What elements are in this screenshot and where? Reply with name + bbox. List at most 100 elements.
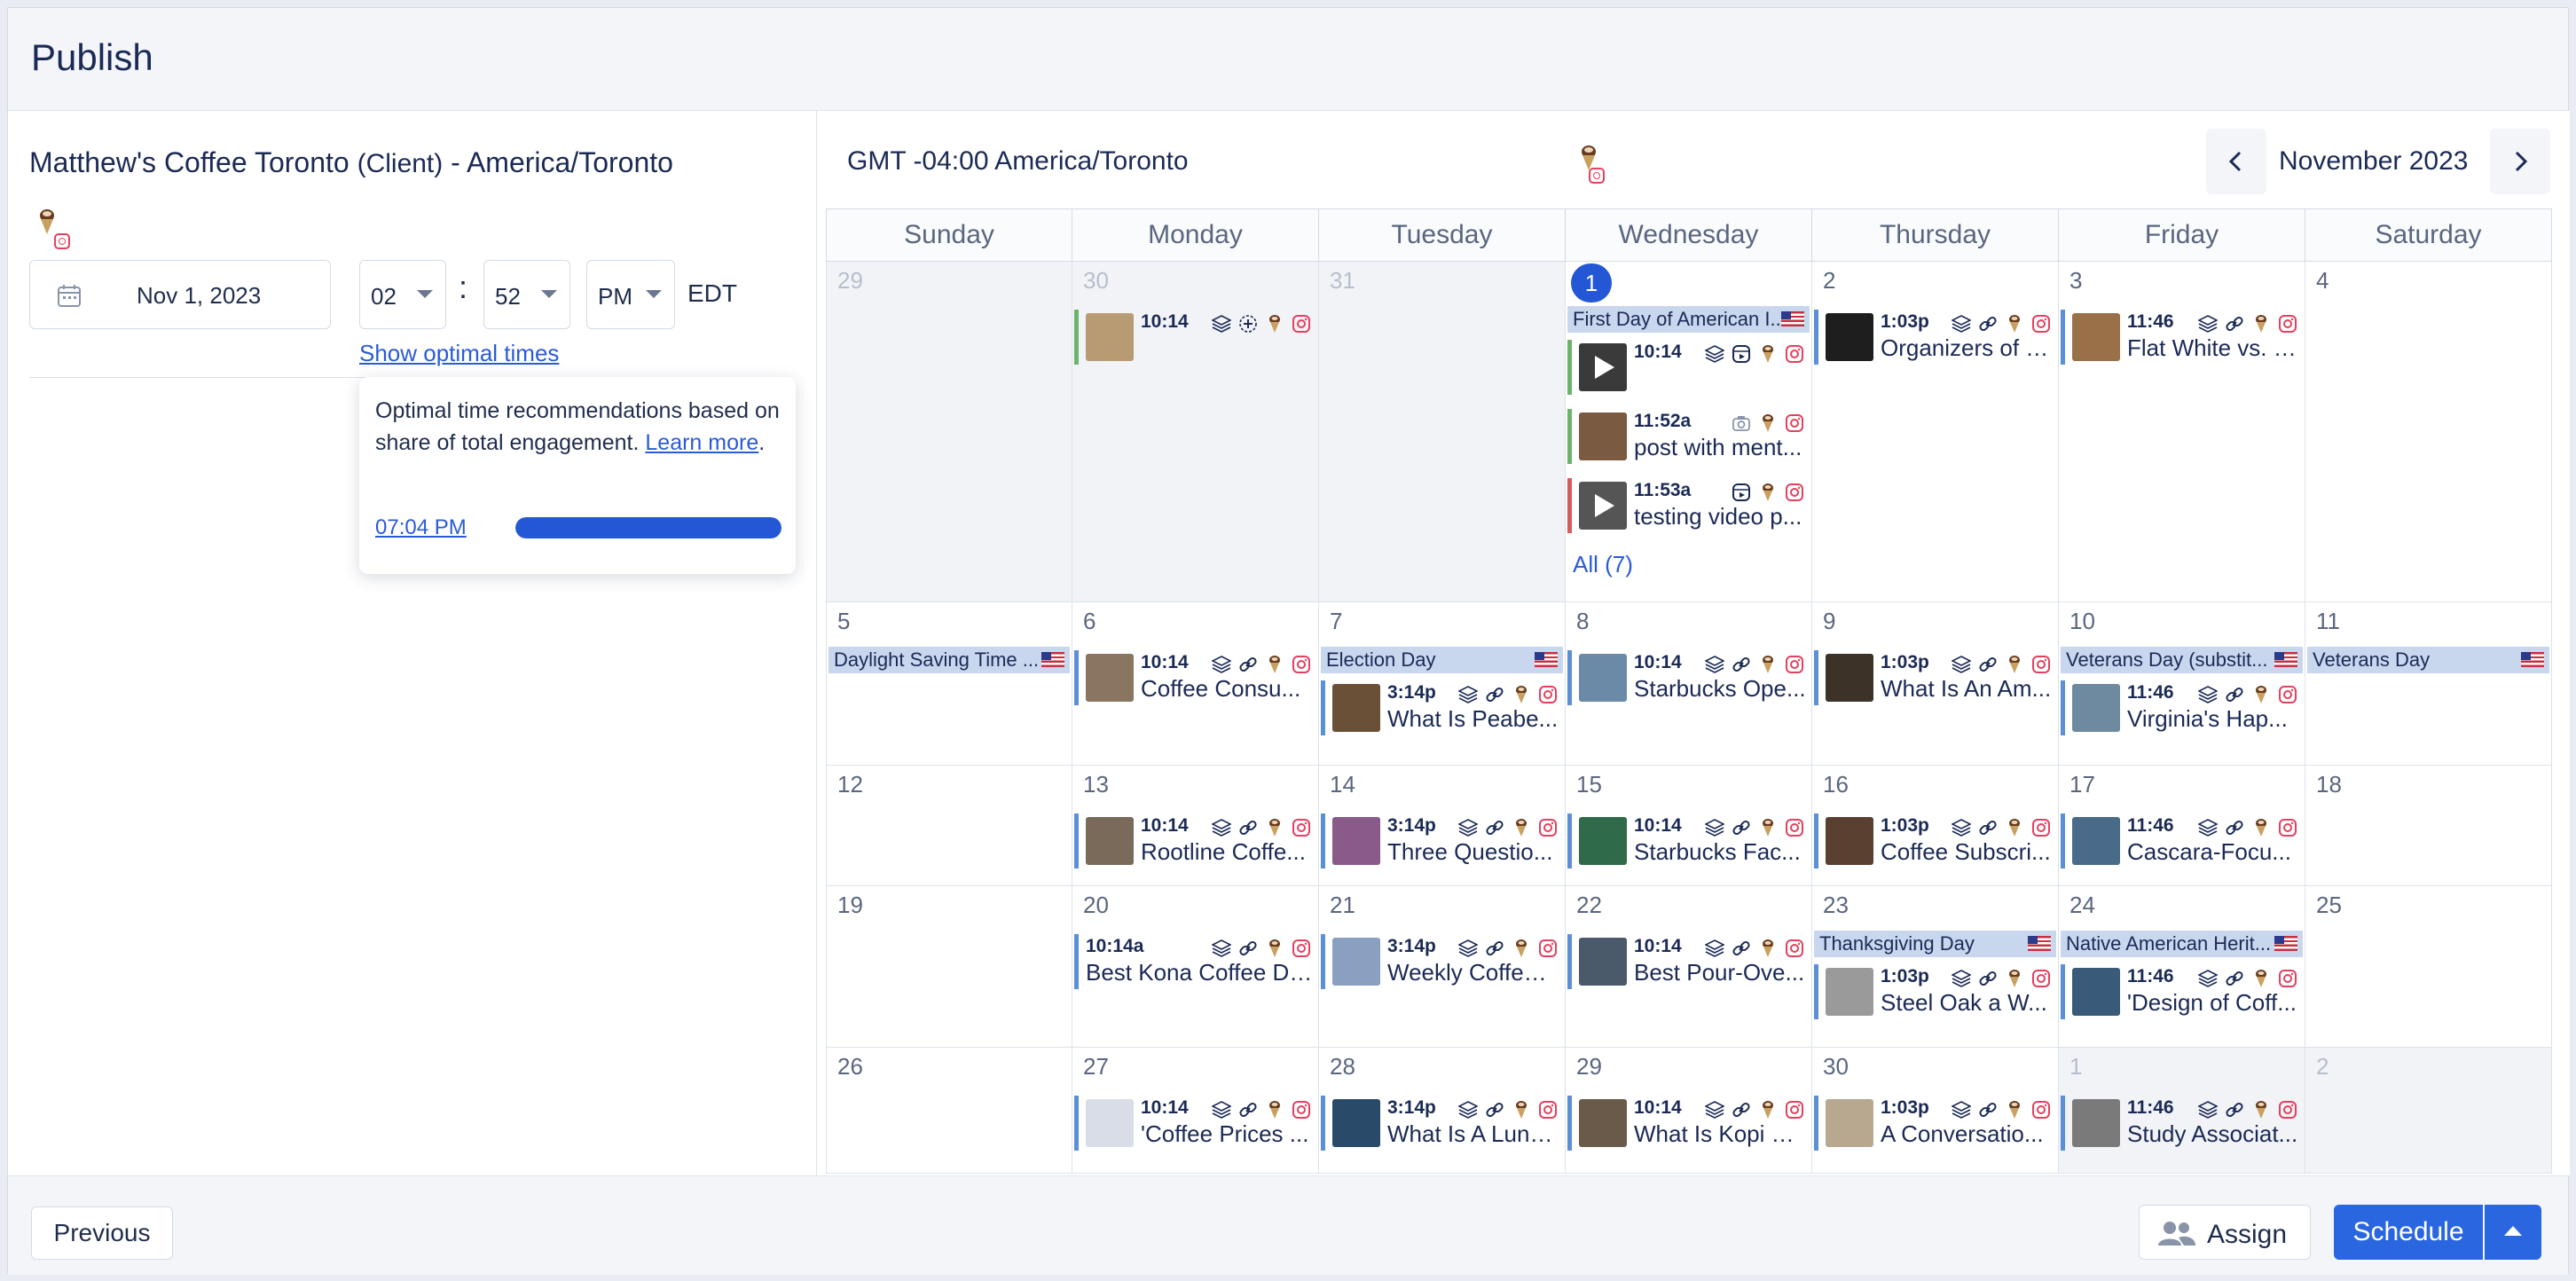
instagram-icon [1785, 818, 1804, 837]
calendar-day-cell[interactable]: 29 10:14 What Is Kopi Lu... [1566, 1048, 1812, 1174]
scheduled-post[interactable]: 10:14 What Is Kopi Lu... [1567, 1096, 1810, 1151]
post-thumbnail [1579, 482, 1627, 530]
calendar-day-cell[interactable]: 15 10:14 Starbucks Fac... [1566, 766, 1812, 886]
calendar-day-cell[interactable]: 6 10:14 Coffee Consu... [1072, 602, 1319, 766]
holiday-event[interactable]: Election Day [1321, 647, 1563, 673]
account-name: Matthew's Coffee Toronto [29, 146, 349, 178]
calendar-day-cell[interactable]: 13 10:14 Rootline Coffe... [1072, 766, 1319, 886]
calendar-day-cell[interactable]: 28 3:14p What Is A Lung... [1319, 1048, 1566, 1174]
scheduled-post[interactable]: 10:14a Best Kona Coffee Dir... [1074, 934, 1316, 989]
scheduled-post[interactable]: 3:14p What Is Peabe... [1321, 680, 1563, 735]
calendar-day-cell[interactable]: 1 11:46 Study Associat... [2059, 1048, 2305, 1174]
link-icon [2225, 818, 2244, 837]
calendar-day-cell[interactable]: 7 Election Day 3:14p What Is Peabe... [1319, 602, 1566, 766]
calendar-day-cell[interactable]: 1 First Day of American I... 10:14 11:52a po… [1566, 262, 1812, 602]
scheduled-post[interactable]: 11:46 Flat White vs. L... [2061, 310, 2303, 365]
ampm-select[interactable]: PM [586, 260, 675, 329]
calendar-day-cell[interactable]: 20 10:14a Best Kona Coffee Dir... [1072, 886, 1319, 1048]
scheduled-post[interactable]: 10:14 Starbucks Ope... [1567, 650, 1810, 705]
scheduled-post[interactable]: 11:46 Cascara-Focu... [2061, 813, 2303, 868]
day-number: 29 [837, 267, 863, 294]
calendar-day-cell[interactable]: 9 1:03p What Is An Am... [1812, 602, 2059, 766]
holiday-event[interactable]: Daylight Saving Time ... [829, 647, 1070, 673]
calendar-day-cell[interactable]: 30 1:03p A Conversatio... [1812, 1048, 2059, 1174]
scheduled-post[interactable]: 11:46 Virginia's Hap... [2061, 680, 2303, 735]
holiday-event[interactable]: Thanksgiving Day [1814, 931, 2056, 957]
calendar-day-cell[interactable]: 5 Daylight Saving Time ... [826, 602, 1072, 766]
us-flag-icon [1535, 652, 1558, 667]
calendar-day-cell[interactable]: 2 1:03p Organizers of S... [1812, 262, 2059, 602]
date-picker[interactable]: Nov 1, 2023 [29, 260, 331, 329]
prev-month-button[interactable] [2206, 129, 2266, 194]
avatar-icon [1265, 655, 1284, 674]
post-thumbnail [1086, 654, 1134, 702]
assign-button[interactable]: Assign [2139, 1205, 2311, 1260]
holiday-event[interactable]: First Day of American I... [1567, 306, 1810, 333]
previous-button[interactable]: Previous [31, 1206, 173, 1260]
post-time: 10:14 [1634, 342, 1682, 362]
minute-select[interactable]: 52 [483, 260, 570, 329]
next-month-button[interactable] [2490, 129, 2550, 194]
holiday-title: Native American Herit... [2066, 932, 2272, 955]
scheduled-post[interactable]: 10:14 Rootline Coffe... [1074, 813, 1316, 868]
scheduled-post[interactable]: 10:14 'Coffee Prices ... [1074, 1096, 1316, 1151]
scheduled-post[interactable]: 11:46 'Design of Coff... [2061, 964, 2303, 1019]
calendar-day-cell[interactable]: 23 Thanksgiving Day 1:03p Steel Oak a W... [1812, 886, 2059, 1048]
calendar-account-avatar[interactable] [1576, 141, 1612, 191]
calendar-day-cell[interactable]: 22 10:14 Best Pour-Ove... [1566, 886, 1812, 1048]
calendar-day-cell[interactable]: 27 10:14 'Coffee Prices ... [1072, 1048, 1319, 1174]
scheduled-post[interactable]: 10:14 [1567, 340, 1810, 395]
calendar-day-cell[interactable]: 24 Native American Herit... 11:46 'Design o… [2059, 886, 2305, 1048]
scheduled-post[interactable]: 1:03p Organizers of S... [1814, 310, 2056, 365]
calendar-day-cell[interactable]: 29 [826, 262, 1072, 602]
scheduled-post[interactable]: 10:14 [1074, 310, 1316, 365]
calendar-day-cell[interactable]: 26 [826, 1048, 1072, 1174]
scheduled-post[interactable]: 3:14p What Is A Lung... [1321, 1096, 1563, 1151]
calendar-day-cell[interactable]: 11 Veterans Day [2305, 602, 2552, 766]
scheduled-post[interactable]: 3:14p Three Questio... [1321, 813, 1563, 868]
calendar-day-cell[interactable]: 25 [2305, 886, 2552, 1048]
calendar-day-cell[interactable]: 10 Veterans Day (substit... 11:46 Virginia'… [2059, 602, 2305, 766]
scheduled-post[interactable]: 11:46 Study Associat... [2061, 1096, 2303, 1151]
calendar-day-cell[interactable]: 31 [1319, 262, 1566, 602]
calendar-day-cell[interactable]: 8 10:14 Starbucks Ope... [1566, 602, 1812, 766]
schedule-options-button[interactable] [2485, 1205, 2541, 1260]
scheduled-post[interactable]: 1:03p What Is An Am... [1814, 650, 2056, 705]
popover-description: Optimal time recommendations based on sh… [375, 395, 783, 459]
calendar-day-cell[interactable]: 2 [2305, 1048, 2552, 1174]
scheduled-post[interactable]: 10:14 Coffee Consu... [1074, 650, 1316, 705]
calendar-day-cell[interactable]: 14 3:14p Three Questio... [1319, 766, 1566, 886]
optimal-time-link[interactable]: 07:04 PM [375, 515, 467, 540]
calendar-day-cell[interactable]: 21 3:14p Weekly Coffee ... [1319, 886, 1566, 1048]
link-icon [1238, 655, 1258, 674]
holiday-event[interactable]: Veterans Day (substit... [2061, 647, 2303, 673]
holiday-event[interactable]: Native American Herit... [2061, 931, 2303, 957]
scheduled-post[interactable]: 10:14 Best Pour-Ove... [1567, 934, 1810, 989]
chevron-down-icon [541, 290, 557, 298]
schedule-button[interactable]: Schedule [2334, 1205, 2483, 1260]
day-number: 22 [1576, 892, 1602, 918]
calendar-day-cell[interactable]: 3 11:46 Flat White vs. L... [2059, 262, 2305, 602]
scheduled-post[interactable]: 3:14p Weekly Coffee ... [1321, 934, 1563, 989]
account-avatar[interactable] [35, 205, 70, 255]
scheduled-post[interactable]: 1:03p Steel Oak a W... [1814, 964, 2056, 1019]
calendar-day-cell[interactable]: 19 [826, 886, 1072, 1048]
hour-select[interactable]: 02 [359, 260, 446, 329]
holiday-event[interactable]: Veterans Day [2307, 647, 2549, 673]
calendar-day-cell[interactable]: 4 [2305, 262, 2552, 602]
scheduled-post[interactable]: 11:52a post with ment... [1567, 409, 1810, 464]
show-optimal-times-link[interactable]: Show optimal times [359, 340, 559, 367]
scheduled-post[interactable]: 1:03p A Conversatio... [1814, 1096, 2056, 1151]
show-all-posts-link[interactable]: All (7) [1573, 551, 1633, 578]
learn-more-link[interactable]: Learn more [645, 430, 758, 455]
post-time: 11:46 [2127, 682, 2174, 703]
calendar-day-cell[interactable]: 17 11:46 Cascara-Focu... [2059, 766, 2305, 886]
calendar-day-cell[interactable]: 18 [2305, 766, 2552, 886]
scheduled-post[interactable]: 1:03p Coffee Subscri... [1814, 813, 2056, 868]
post-icons [2197, 968, 2297, 989]
calendar-day-cell[interactable]: 30 10:14 [1072, 262, 1319, 602]
calendar-day-cell[interactable]: 16 1:03p Coffee Subscri... [1812, 766, 2059, 886]
scheduled-post[interactable]: 11:53a testing video p... [1567, 478, 1810, 533]
calendar-day-cell[interactable]: 12 [826, 766, 1072, 886]
scheduled-post[interactable]: 10:14 Starbucks Fac... [1567, 813, 1810, 868]
